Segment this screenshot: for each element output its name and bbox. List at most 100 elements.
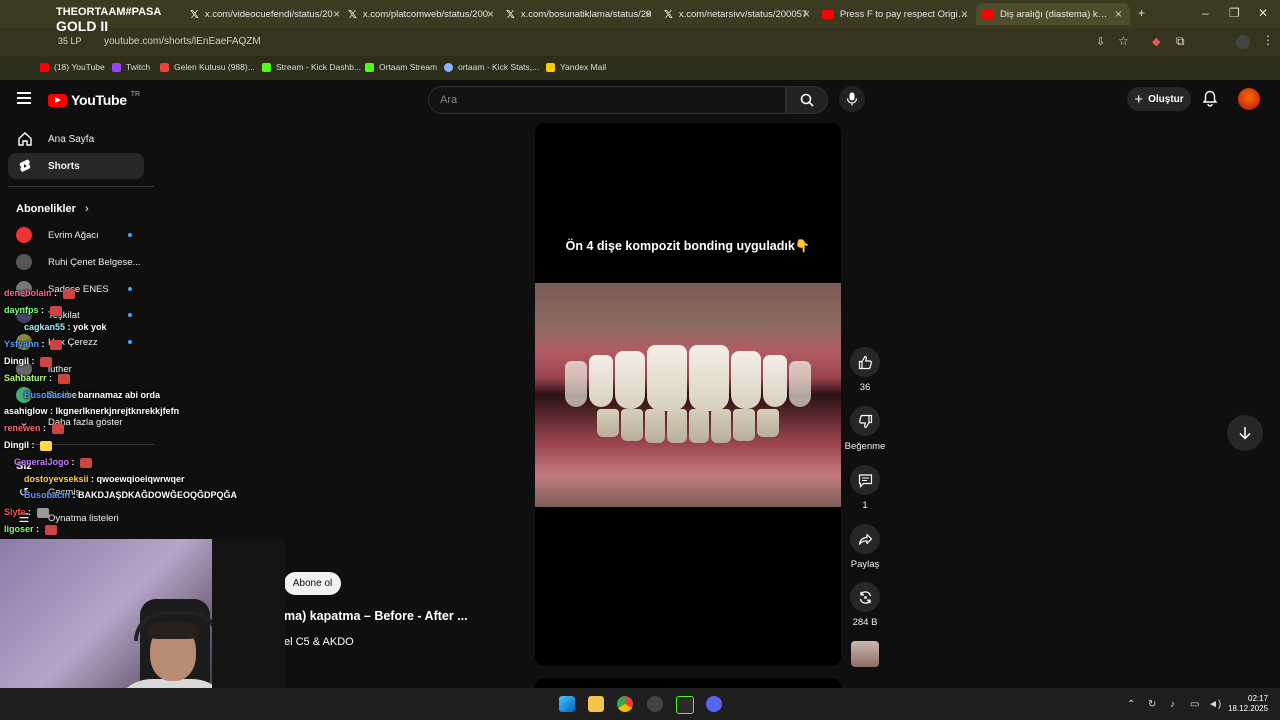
close-tab-icon[interactable]: × [645,7,652,21]
bookmark-item[interactable]: (18) YouTube [40,62,105,72]
chat-message: renewen : [4,423,64,434]
create-button[interactable]: + Oluştur [1127,87,1191,111]
sidebar-item-label: Oynatma listeleri [48,512,119,524]
dislike-label: Beğenme [844,441,886,452]
menu-icon[interactable] [17,92,31,104]
bookmark-item[interactable]: ortaam - Kick Stats,... [444,62,539,72]
address-bar: GOLD II 35 LP youtube.com/shorts/lEnEaeF… [0,18,1280,56]
share-button[interactable]: Paylaş [848,524,882,570]
sync-icon[interactable]: ↻ [1148,699,1156,710]
browser-tab[interactable]: 𝕏x.com/bosunatiklama/status/20 × [506,3,652,25]
menu-dots-icon[interactable]: ⋮ [1262,33,1274,47]
dislike-button[interactable]: Beğenme [845,406,885,452]
close-tab-icon[interactable]: × [333,7,340,21]
bookmark-item[interactable]: Twitch [112,62,150,72]
sidebar-item-home[interactable]: Ana Sayfa [8,126,144,152]
subscription-item[interactable]: Ruhi Çenet Belgese... [16,254,140,270]
youtube-play-icon [48,93,67,107]
bookmark-item[interactable]: Yandex Mail [546,62,606,72]
search-button[interactable] [786,86,828,114]
audio-source-thumbnail[interactable] [851,641,879,667]
video-channel[interactable]: el C5 & AKDO [284,636,354,648]
close-tab-icon[interactable]: × [803,7,810,21]
thumbs-down-icon [858,414,872,428]
share-icon [858,533,872,545]
globe-icon [444,62,453,72]
taskbar-clock[interactable]: 02:17 18.12.2025 [1228,694,1268,714]
discord-icon[interactable] [706,696,722,712]
sidebar-item-shorts[interactable]: Shorts [8,153,144,179]
short-video-player[interactable]: Ön 4 dişe kompozit bonding uyguladık👇 [535,123,841,666]
region-code: TR [130,90,141,98]
overlay-lp: 35 LP [58,36,82,46]
subscribe-button[interactable]: Abone ol [284,572,341,595]
chat-message: GeneralJogo : [14,457,93,468]
subscription-item[interactable]: Evrim Ağacı [16,227,132,243]
network-icon[interactable]: ▭ [1190,699,1199,710]
next-short-button[interactable] [1227,415,1263,451]
terminal-icon[interactable] [676,696,694,714]
search-icon [800,93,814,107]
close-window-icon[interactable]: ✕ [1258,6,1268,20]
obs-icon[interactable] [647,696,663,712]
x-logo-icon: 𝕏 [506,8,515,21]
browser-tab[interactable]: Press F to pay respect Origin - × [822,3,968,25]
windows-start-icon[interactable] [559,696,575,712]
browser-tab[interactable]: 𝕏x.com/videocuefendi/status/20 × [190,3,340,25]
notifications-button[interactable] [1202,90,1218,110]
mic-tray-icon[interactable]: ♪ [1170,699,1175,710]
volume-icon[interactable]: ◄) [1208,699,1221,710]
browser-tab-strip: THEORTAAM#PASA 𝕏x.com/videocuefendi/stat… [0,0,1280,28]
maximize-icon[interactable]: ❐ [1229,6,1240,20]
new-tab-icon[interactable]: + [1138,6,1145,20]
comments-button[interactable]: 1 [848,465,882,511]
profile-icon[interactable] [1236,35,1250,49]
subscriptions-heading[interactable]: Abonelikler › [16,203,89,215]
like-count: 36 [859,382,871,393]
chat-text: : barınamaz abi orda [70,390,161,400]
remix-button[interactable]: 284 B [848,582,882,628]
emote-icon [51,423,64,434]
arrow-down-icon [1239,427,1251,440]
bookmark-star-icon[interactable]: ☆ [1118,34,1129,48]
browser-tab[interactable]: 𝕏x.com/platcomweb/status/200 × [348,3,494,25]
browser-tab-active[interactable]: Diş aralığı (diastema) kapat × [976,3,1130,25]
new-content-dot [128,233,132,237]
close-tab-icon[interactable]: × [487,7,494,21]
overlay-channel-label: THEORTAAM#PASA [56,6,162,18]
bookmark-item[interactable]: Stream - Kick Dashb... [262,62,361,72]
search-input[interactable]: Ara [428,86,786,114]
close-tab-icon[interactable]: × [961,7,968,21]
like-button[interactable]: 36 [848,347,882,393]
subscription-label: Ruhi Çenet Belgese... [48,256,141,268]
shorts-icon [19,159,31,172]
voice-search-button[interactable] [839,86,865,112]
chrome-icon[interactable] [617,696,633,712]
puzzle-icon[interactable]: ⧉ [1176,34,1185,49]
video-title[interactable]: ma) kapatma – Before - After ... [284,609,468,623]
chat-message: Dingil : [4,440,52,451]
clock-time: 02:17 [1248,694,1269,703]
tab-title: x.com/platcomweb/status/200 [362,8,489,20]
bookmark-item[interactable]: Gelen Kutusu (988)... [160,62,255,72]
chat-message: dostoyevseksii : qwoewqioeiqwrwqer [24,474,185,484]
extension-icon[interactable]: ◆ [1152,35,1160,48]
youtube-logo[interactable]: YouTube TR [48,90,141,108]
account-avatar[interactable] [1238,88,1260,110]
close-tab-icon[interactable]: × [1115,7,1122,21]
install-icon[interactable]: ⇩ [1096,35,1105,48]
tab-title: x.com/videocuefendi/status/20 [204,8,333,20]
file-explorer-icon[interactable] [588,696,604,712]
bookmark-item[interactable]: Ortaam Stream [365,62,437,72]
browser-tab[interactable]: 𝕏x.com/netarsivv/status/200057 × [664,3,810,25]
chat-username: asahiglow [4,406,48,416]
bookmark-label: ortaam - Kick Stats,... [458,62,540,72]
chat-message: Sahbaturr : [4,373,70,384]
minimize-icon[interactable]: – [1202,6,1209,20]
tray-chevron-icon[interactable]: ⌃ [1127,699,1135,710]
bookmark-label: Yandex Mail [560,62,607,72]
url-field[interactable]: youtube.com/shorts/lEnEaeFAQZM [104,36,261,47]
mail-icon [546,62,555,72]
emote-icon [50,339,63,350]
chat-message: denebolain : [4,288,75,299]
